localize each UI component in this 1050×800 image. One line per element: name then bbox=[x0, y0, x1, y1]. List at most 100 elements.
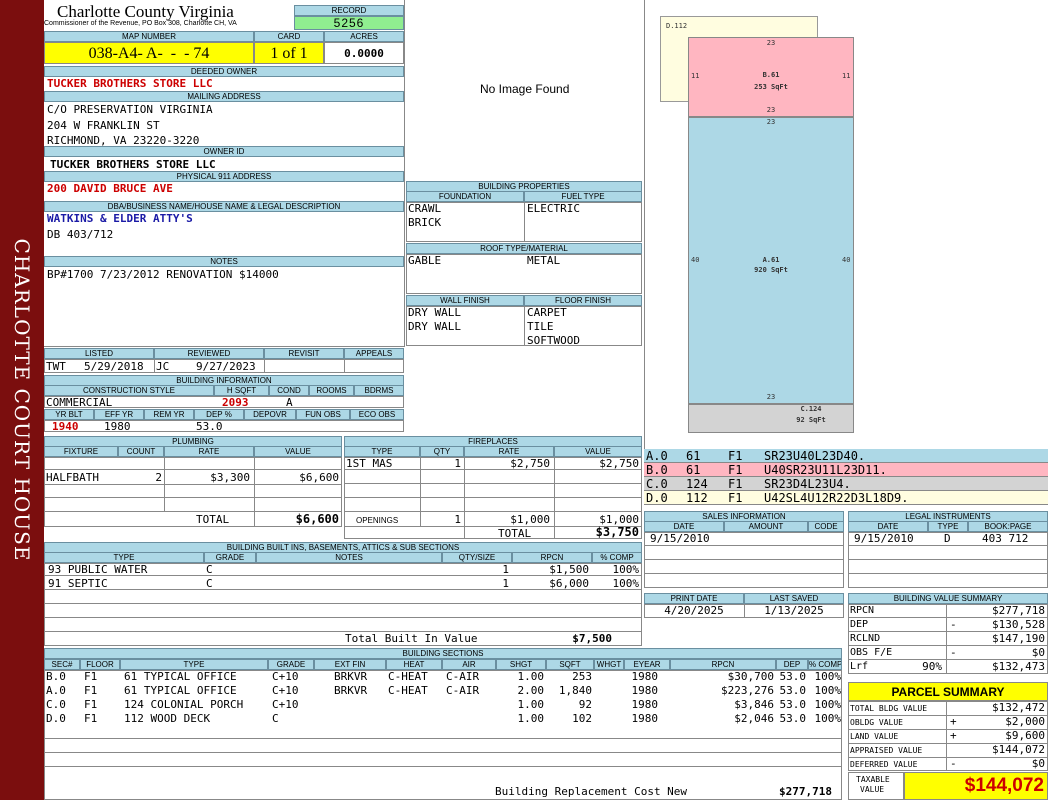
section-air-2: C-AIR bbox=[446, 684, 480, 697]
bdrms-label: BDRMS bbox=[354, 385, 404, 396]
section-sqft-2: 1,840 bbox=[558, 684, 592, 697]
built-ins-notes-header: NOTES bbox=[256, 552, 442, 563]
built-ins-rpcn-header: RPCN bbox=[512, 552, 592, 563]
section-header-1: FLOOR bbox=[80, 659, 120, 670]
condition: A bbox=[286, 396, 293, 409]
section-dep-4: 53.0 bbox=[779, 712, 807, 725]
section-shgt-2: 2.00 bbox=[517, 684, 545, 697]
ps-appraised-label: APPRAISED VALUE bbox=[850, 746, 923, 755]
vs-rpcn: $277,718 bbox=[992, 604, 1045, 617]
taxable-label-2: VALUE bbox=[860, 785, 885, 794]
sketch-code-row: A.0 61 F1 SR23U40L23D40. bbox=[644, 449, 1048, 463]
floor-finish-2: TILE bbox=[527, 320, 554, 333]
wall-finish-2: DRY WALL bbox=[408, 320, 461, 333]
sketch-dim-a-bottom: 23 bbox=[766, 393, 776, 401]
legal-description: DB 403/712 bbox=[47, 228, 114, 241]
sidebar-title: CHARLOTTE COURT HOUSE bbox=[10, 238, 34, 562]
sketch-dim-b-top: 23 bbox=[766, 39, 776, 47]
sketch-d-label: D.112 bbox=[666, 22, 688, 30]
appeals-label: APPEALS bbox=[344, 348, 404, 359]
section-dep-1: 53.0 bbox=[779, 670, 807, 683]
sketch-code-vectors: SR23D4L23U4. bbox=[764, 477, 851, 491]
map-number-label: MAP NUMBER bbox=[44, 31, 254, 42]
fireplace-type-header: TYPE bbox=[344, 446, 420, 457]
fireplace-total: $3,750 bbox=[595, 525, 639, 539]
fireplace-qty: 1 bbox=[454, 457, 461, 470]
section-shgt-1: 1.00 bbox=[517, 670, 545, 683]
sketch-code-code: 112 bbox=[686, 491, 708, 505]
section-type-3: 124 COLONIAL PORCH bbox=[124, 698, 244, 711]
legal-book-label: BOOK:PAGE bbox=[968, 521, 1048, 532]
section-header-12: DEP bbox=[776, 659, 808, 670]
plumbing-total-label: TOTAL bbox=[196, 513, 230, 526]
sketch-b-label: B.61 bbox=[762, 71, 780, 79]
vs-lrf: $132,473 bbox=[992, 660, 1045, 673]
ps-total-bldg-label: TOTAL BLDG VALUE bbox=[850, 704, 928, 713]
built-in-comp-2: 100% bbox=[612, 577, 640, 590]
built-ins-type-header: TYPE bbox=[44, 552, 204, 563]
vs-dep: $130,528 bbox=[992, 618, 1045, 631]
fuel-type: ELECTRIC bbox=[527, 202, 580, 215]
section-type-2: 61 TYPICAL OFFICE bbox=[124, 684, 237, 697]
vs-rpcn-label: RPCN bbox=[850, 605, 875, 616]
built-in-grade-1: C bbox=[206, 563, 213, 576]
plumbing-count-header: COUNT bbox=[118, 446, 164, 457]
sketch-a-area: 920 SqFt bbox=[754, 266, 788, 274]
section-eyear-4: 1980 bbox=[631, 712, 659, 725]
ps-deferred-label: DEFERRED VALUE bbox=[850, 760, 918, 769]
section-grade-3: C+10 bbox=[272, 698, 299, 711]
section-ext-1: BRKVR bbox=[334, 670, 368, 683]
owner-id-label: OWNER ID bbox=[44, 146, 404, 157]
section-comp-2: 100% bbox=[814, 684, 842, 697]
legal-book: 403 712 bbox=[982, 532, 1029, 545]
sketch-dim-a-left: 40 bbox=[691, 256, 700, 264]
sketch-code-vectors: SR23U40L23D40. bbox=[764, 449, 866, 463]
mailing-line-2: 204 W FRANKLIN ST bbox=[47, 119, 160, 132]
ps-obldg-label: OBLDG VALUE bbox=[850, 718, 903, 727]
foundation-label: FOUNDATION bbox=[406, 191, 524, 202]
vs-dep-label: DEP bbox=[850, 619, 869, 630]
plumbing-value-header: VALUE bbox=[254, 446, 342, 457]
effective-year: 1980 bbox=[104, 420, 131, 433]
built-in-rpcn-1: $1,500 bbox=[549, 563, 589, 576]
vs-obs-label: OBS F/E bbox=[850, 647, 893, 658]
physical-address: 200 DAVID BRUCE AVE bbox=[47, 182, 173, 195]
construction-style: COMMERCIAL bbox=[46, 396, 113, 409]
section-comp-4: 100% bbox=[814, 712, 842, 725]
sketch-code-row: C.0 124 F1 SR23D4L23U4. bbox=[644, 477, 1048, 491]
print-date: 4/20/2025 bbox=[664, 604, 724, 617]
sketch-code-floor: F1 bbox=[728, 491, 743, 505]
ps-appraised: $144,072 bbox=[992, 743, 1045, 756]
deeded-owner: TUCKER BROTHERS STORE LLC bbox=[47, 77, 213, 90]
section-floor-2: F1 bbox=[84, 684, 98, 697]
section-header-3: GRADE bbox=[268, 659, 314, 670]
reviewed-label: REVIEWED bbox=[154, 348, 264, 359]
sales-date: 9/15/2010 bbox=[650, 532, 710, 545]
section-type-4: 112 WOOD DECK bbox=[124, 712, 211, 725]
sketch-c-area: 92 SqFt bbox=[796, 416, 826, 424]
sketch-dim-b-right: 11 bbox=[842, 72, 851, 80]
value-summary-title: BUILDING VALUE SUMMARY bbox=[848, 593, 1048, 604]
section-rpcn-1: $30,700 bbox=[727, 670, 774, 683]
notes-text: BP#1700 7/23/2012 RENOVATION $14000 bbox=[47, 268, 279, 281]
ps-obldg: $2,000 bbox=[1005, 715, 1045, 728]
section-sec-3: C.0 bbox=[46, 698, 66, 711]
floor-finish-label: FLOOR FINISH bbox=[524, 295, 642, 306]
section-header-2: TYPE bbox=[120, 659, 268, 670]
roof-type: GABLE bbox=[408, 254, 442, 267]
sketch-c-label: C.124 bbox=[800, 405, 822, 413]
section-header-4: EXT FIN bbox=[314, 659, 386, 670]
sketch-code-code: 124 bbox=[686, 477, 708, 491]
sketch-b-area: 253 SqFt bbox=[754, 83, 788, 91]
section-comp-3: 100% bbox=[814, 698, 842, 711]
built-in-grade-2: C bbox=[206, 577, 213, 590]
photo-placeholder: No Image Found bbox=[480, 82, 570, 96]
record-number: 5256 bbox=[294, 16, 404, 30]
listed-by: TWT bbox=[46, 360, 66, 373]
section-header-10: EYEAR bbox=[624, 659, 670, 670]
section-heat-2: C-HEAT bbox=[388, 684, 428, 697]
sketch-dim-a-top: 23 bbox=[766, 118, 776, 126]
sketch-code-sec: C.0 bbox=[646, 477, 668, 491]
built-in-qty-1: 1 bbox=[502, 563, 509, 576]
last-saved: 1/13/2025 bbox=[764, 604, 824, 617]
